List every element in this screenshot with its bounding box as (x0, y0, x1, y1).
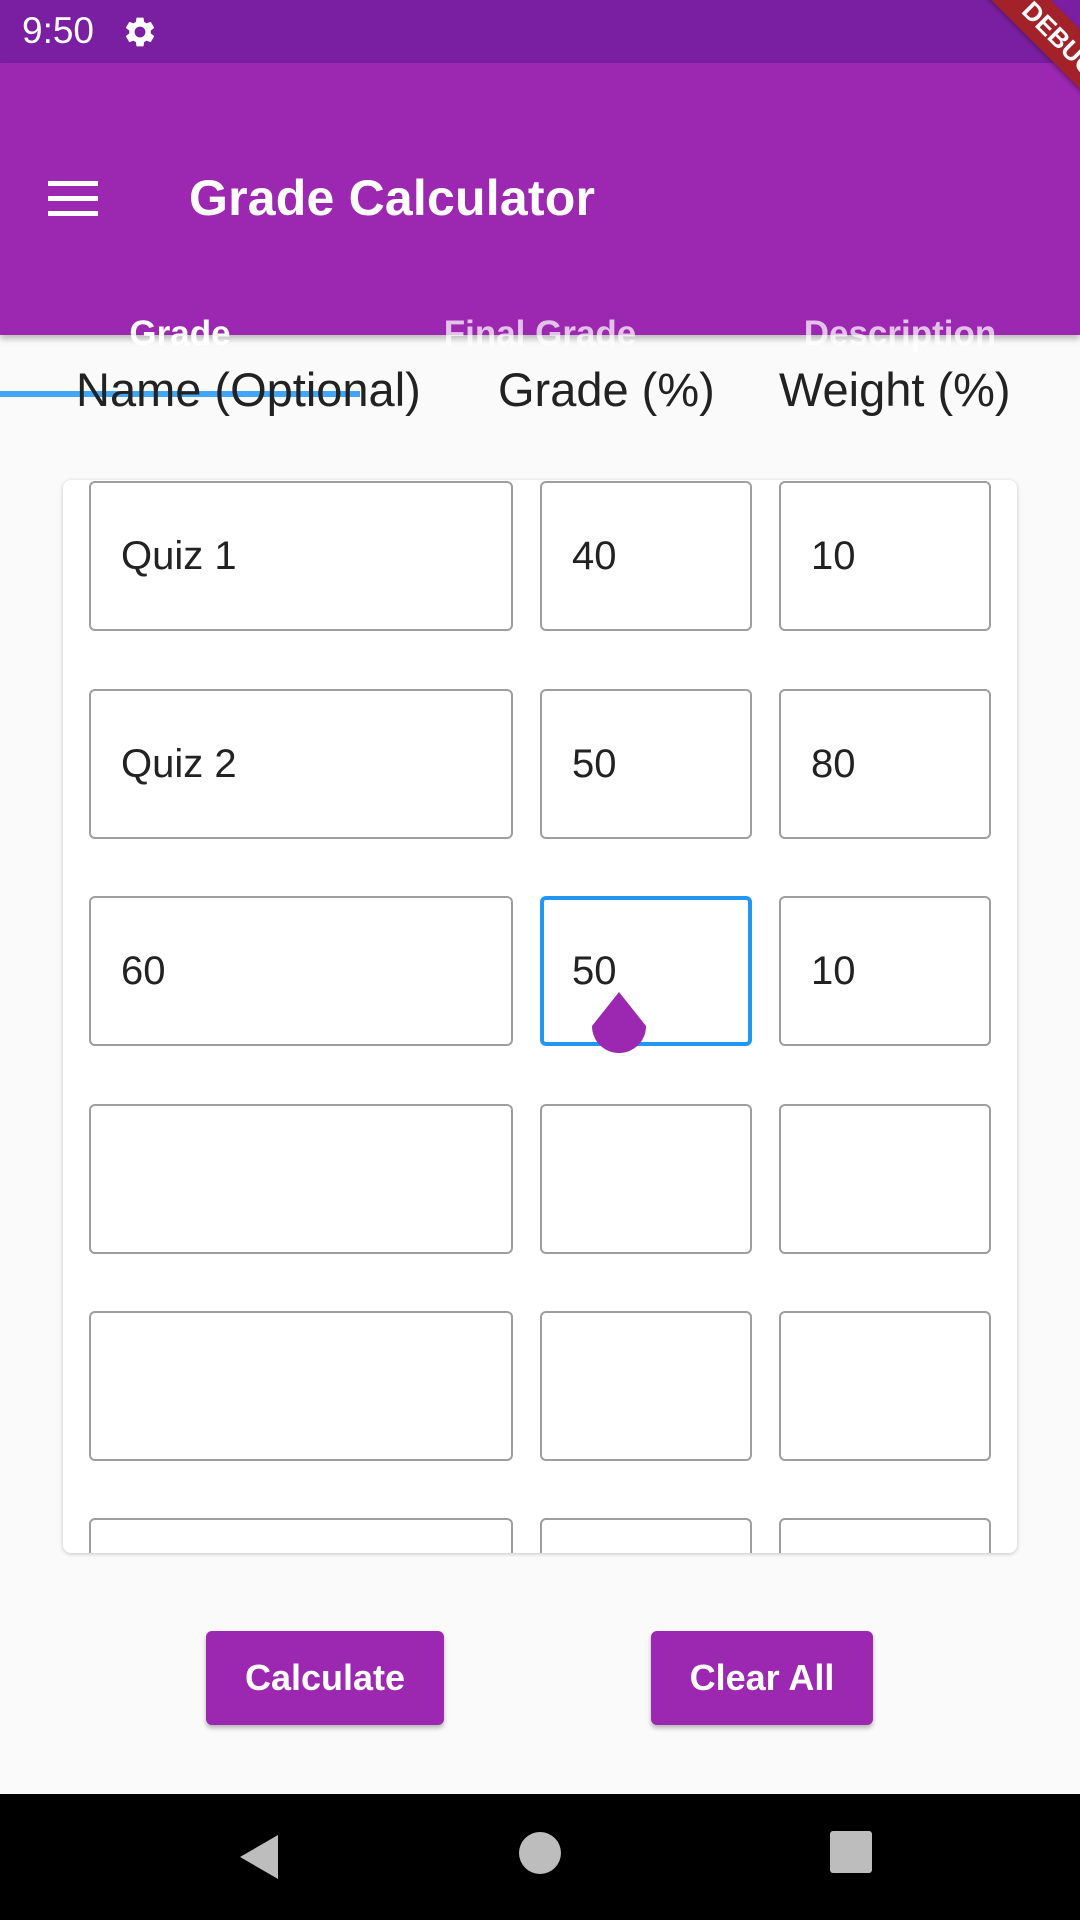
grade-field[interactable]: 40 (540, 481, 752, 631)
status-bar: 9:50 (0, 0, 1080, 63)
column-header-name: Name (Optional) (76, 363, 421, 416)
grades-card: Quiz 1 40 10 Quiz 2 50 80 60 50 10 (63, 480, 1017, 1553)
name-field[interactable]: Quiz 2 (89, 689, 513, 839)
weight-field[interactable]: 80 (779, 689, 991, 839)
column-header-weight: Weight (%) (779, 363, 1011, 416)
grade-field[interactable] (540, 1104, 752, 1254)
recents-icon[interactable] (830, 1831, 872, 1873)
grade-field[interactable] (540, 1518, 752, 1553)
grade-field[interactable] (540, 1311, 752, 1461)
app-bar: Grade Calculator Grade Final Grade Descr… (0, 63, 1080, 397)
name-field[interactable] (89, 1104, 513, 1254)
status-time: 9:50 (22, 10, 95, 51)
navigation-bar (0, 1794, 1080, 1920)
page-title: Grade Calculator (189, 170, 596, 226)
calculate-button[interactable]: Calculate (206, 1631, 444, 1725)
weight-field[interactable]: 10 (779, 481, 991, 631)
weight-field[interactable]: 10 (779, 896, 991, 1046)
name-field[interactable]: Quiz 1 (89, 481, 513, 631)
clear-all-button[interactable]: Clear All (651, 1631, 873, 1725)
weight-field[interactable] (779, 1518, 991, 1553)
weight-field[interactable] (779, 1311, 991, 1461)
grade-field[interactable]: 50 (540, 689, 752, 839)
name-field[interactable]: 60 (89, 896, 513, 1046)
name-field[interactable] (89, 1518, 513, 1553)
column-header-grade: Grade (%) (498, 363, 715, 416)
text-cursor-handle-icon[interactable] (588, 990, 650, 1062)
gear-icon (125, 17, 155, 47)
name-field[interactable] (89, 1311, 513, 1461)
weight-field[interactable] (779, 1104, 991, 1254)
home-icon[interactable] (519, 1832, 561, 1874)
back-icon[interactable] (236, 1833, 286, 1881)
menu-icon[interactable] (48, 179, 98, 219)
